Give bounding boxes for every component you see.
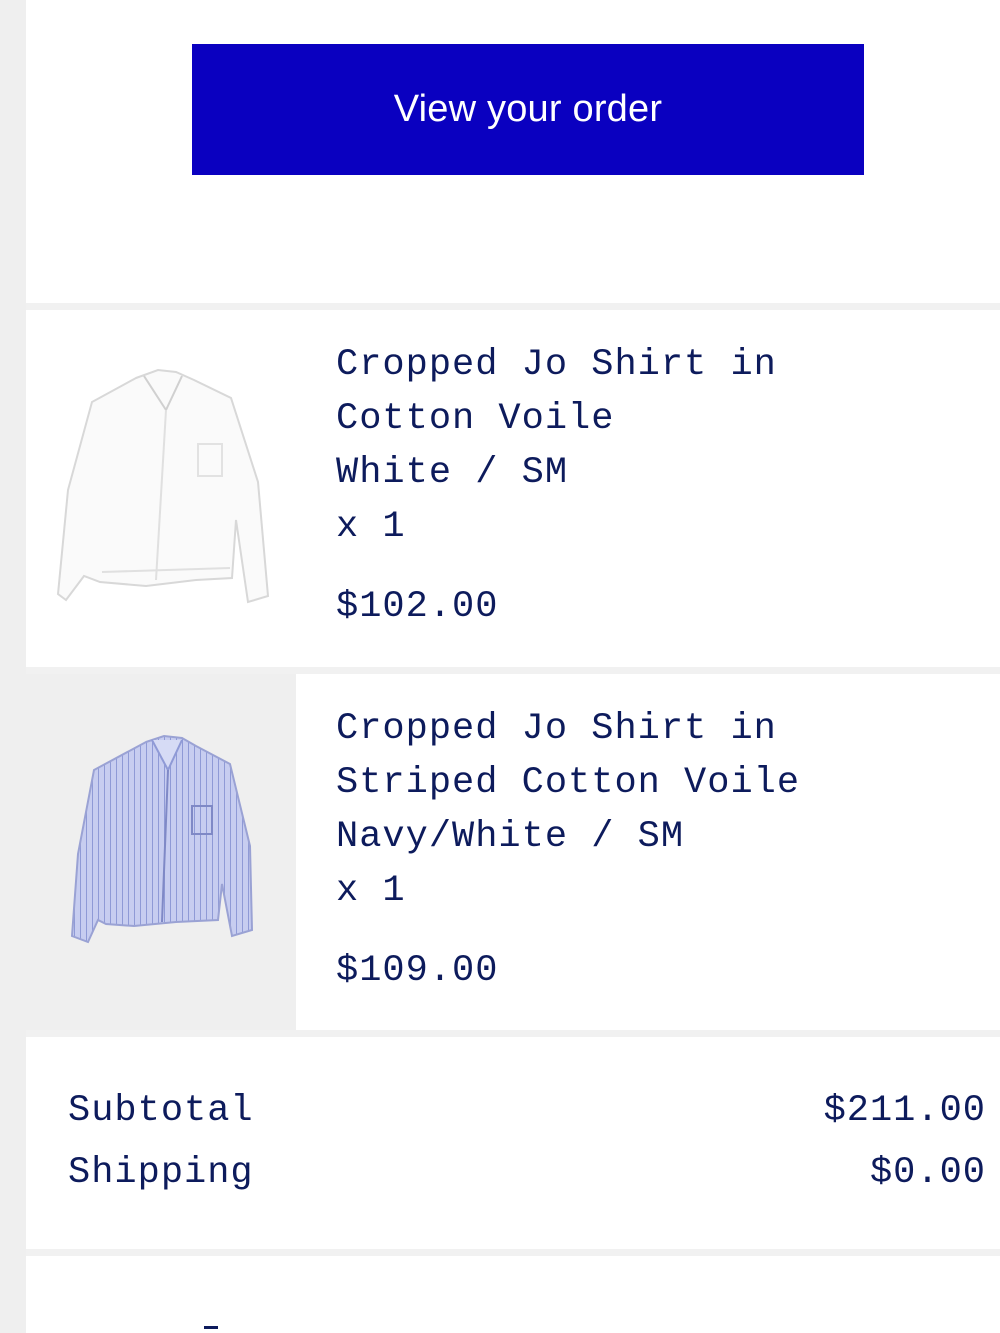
order-cta-section: View your order: [26, 0, 1000, 303]
line-item: Cropped Jo Shirt in Cotton Voile White /…: [26, 310, 1000, 667]
divider: [26, 1030, 1000, 1037]
item-variant: Navy/White / SM: [336, 816, 685, 858]
shipping-row: Shipping $0.00: [68, 1143, 986, 1203]
striped-shirt-image[interactable]: [26, 674, 296, 1030]
item-variant: White / SM: [336, 452, 569, 494]
item-details: Cropped Jo Shirt in Cotton Voile White /…: [336, 338, 956, 634]
subtotal-label: Subtotal: [68, 1090, 254, 1132]
item-title[interactable]: Cropped Jo Shirt in Striped Cotton Voile: [336, 702, 956, 810]
shipping-value: $0.00: [869, 1152, 986, 1194]
next-section: [26, 1256, 1000, 1333]
item-price: $102.00: [336, 586, 499, 628]
white-shirt-image[interactable]: [26, 310, 296, 667]
line-item: Cropped Jo Shirt in Striped Cotton Voile…: [26, 674, 1000, 1030]
subtotal-value: $211.00: [823, 1090, 986, 1132]
item-price: $109.00: [336, 950, 499, 992]
item-quantity: x 1: [336, 506, 406, 548]
shipping-label: Shipping: [68, 1152, 254, 1194]
item-details: Cropped Jo Shirt in Striped Cotton Voile…: [336, 702, 956, 998]
left-rail: [0, 0, 26, 1333]
item-title[interactable]: Cropped Jo Shirt in Cotton Voile: [336, 338, 956, 446]
view-order-button[interactable]: View your order: [192, 44, 864, 175]
divider: [26, 667, 1000, 674]
divider: [26, 1249, 1000, 1256]
text-fragment: [204, 1326, 218, 1329]
divider: [26, 303, 1000, 310]
item-quantity: x 1: [336, 870, 406, 912]
order-totals: Subtotal $211.00 Shipping $0.00: [26, 1037, 1000, 1249]
subtotal-row: Subtotal $211.00: [68, 1081, 986, 1141]
